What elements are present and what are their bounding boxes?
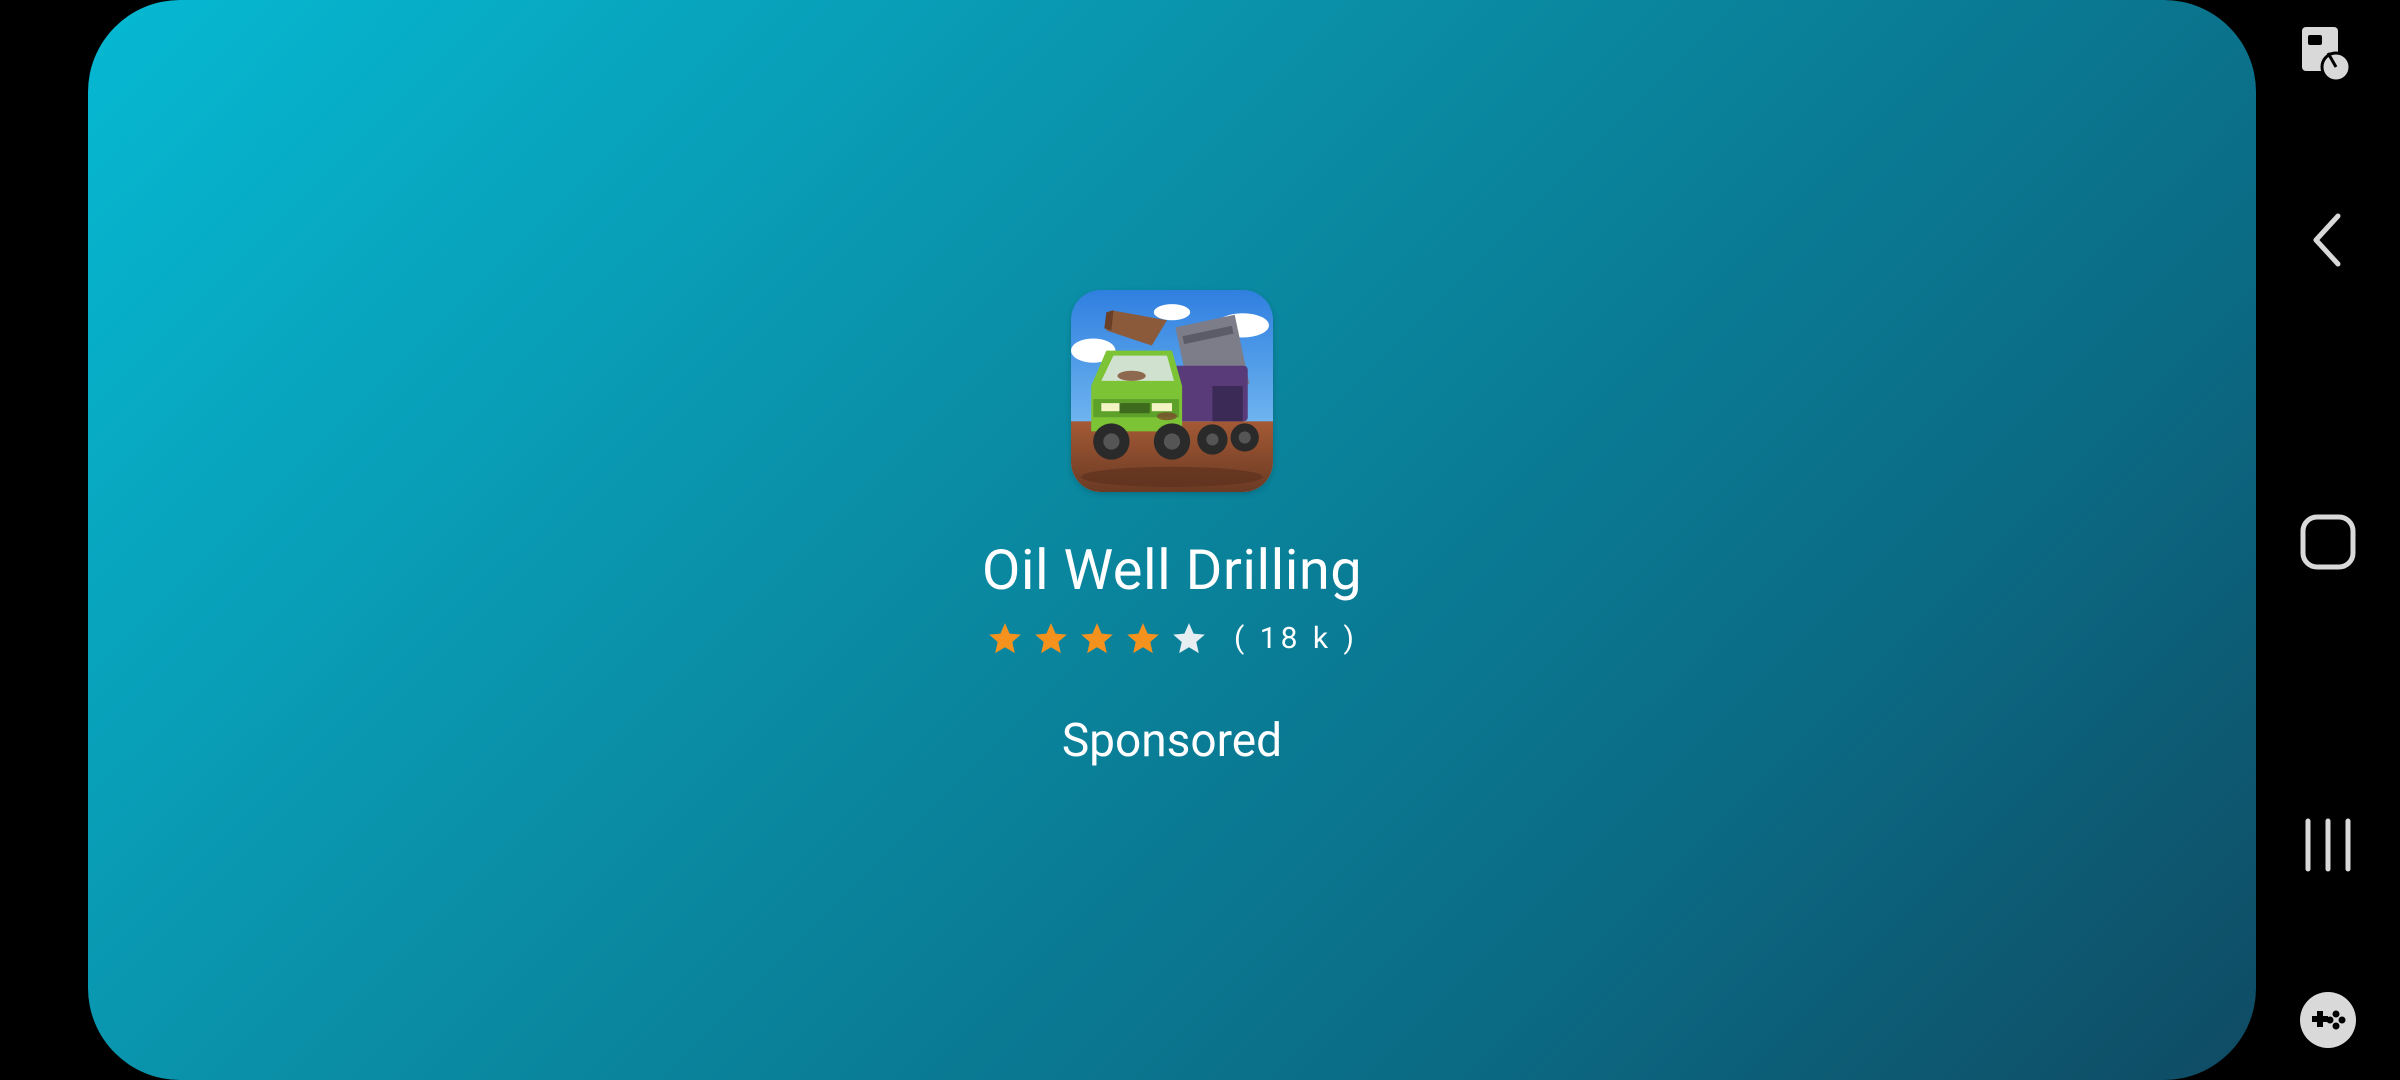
recent-apps-icon [2305,818,2351,872]
back-button[interactable] [2256,200,2400,280]
app-title[interactable]: Oil Well Drilling [982,539,1362,602]
star-empty-icon [1170,620,1208,658]
device-screen: Oil Well Drilling ( 18 k ) Sponsored [0,0,2400,1080]
recent-apps-button[interactable] [2256,800,2400,890]
screen-touch-button[interactable] [2256,20,2400,90]
rating-row: ( 18 k ) [986,620,1358,658]
star-icon [1078,620,1116,658]
star-icon [1032,620,1070,658]
sponsored-label: Sponsored [1061,713,1283,768]
navigation-bar [2256,0,2400,1080]
star-icon [1124,620,1162,658]
star-icon [986,620,1024,658]
screen-touch-icon [2302,27,2352,83]
game-tools-button[interactable] [2256,984,2400,1056]
back-icon [2313,213,2341,267]
rating-count: ( 18 k ) [1234,621,1358,657]
home-icon [2300,514,2356,570]
home-button[interactable] [2256,500,2400,584]
ad-content: Oil Well Drilling ( 18 k ) Sponsored [88,290,2256,768]
game-controller-icon [2300,992,2356,1048]
ad-panel[interactable]: Oil Well Drilling ( 18 k ) Sponsored [88,0,2256,1080]
app-icon[interactable] [1071,290,1273,492]
drilling-truck-icon [1071,290,1273,492]
